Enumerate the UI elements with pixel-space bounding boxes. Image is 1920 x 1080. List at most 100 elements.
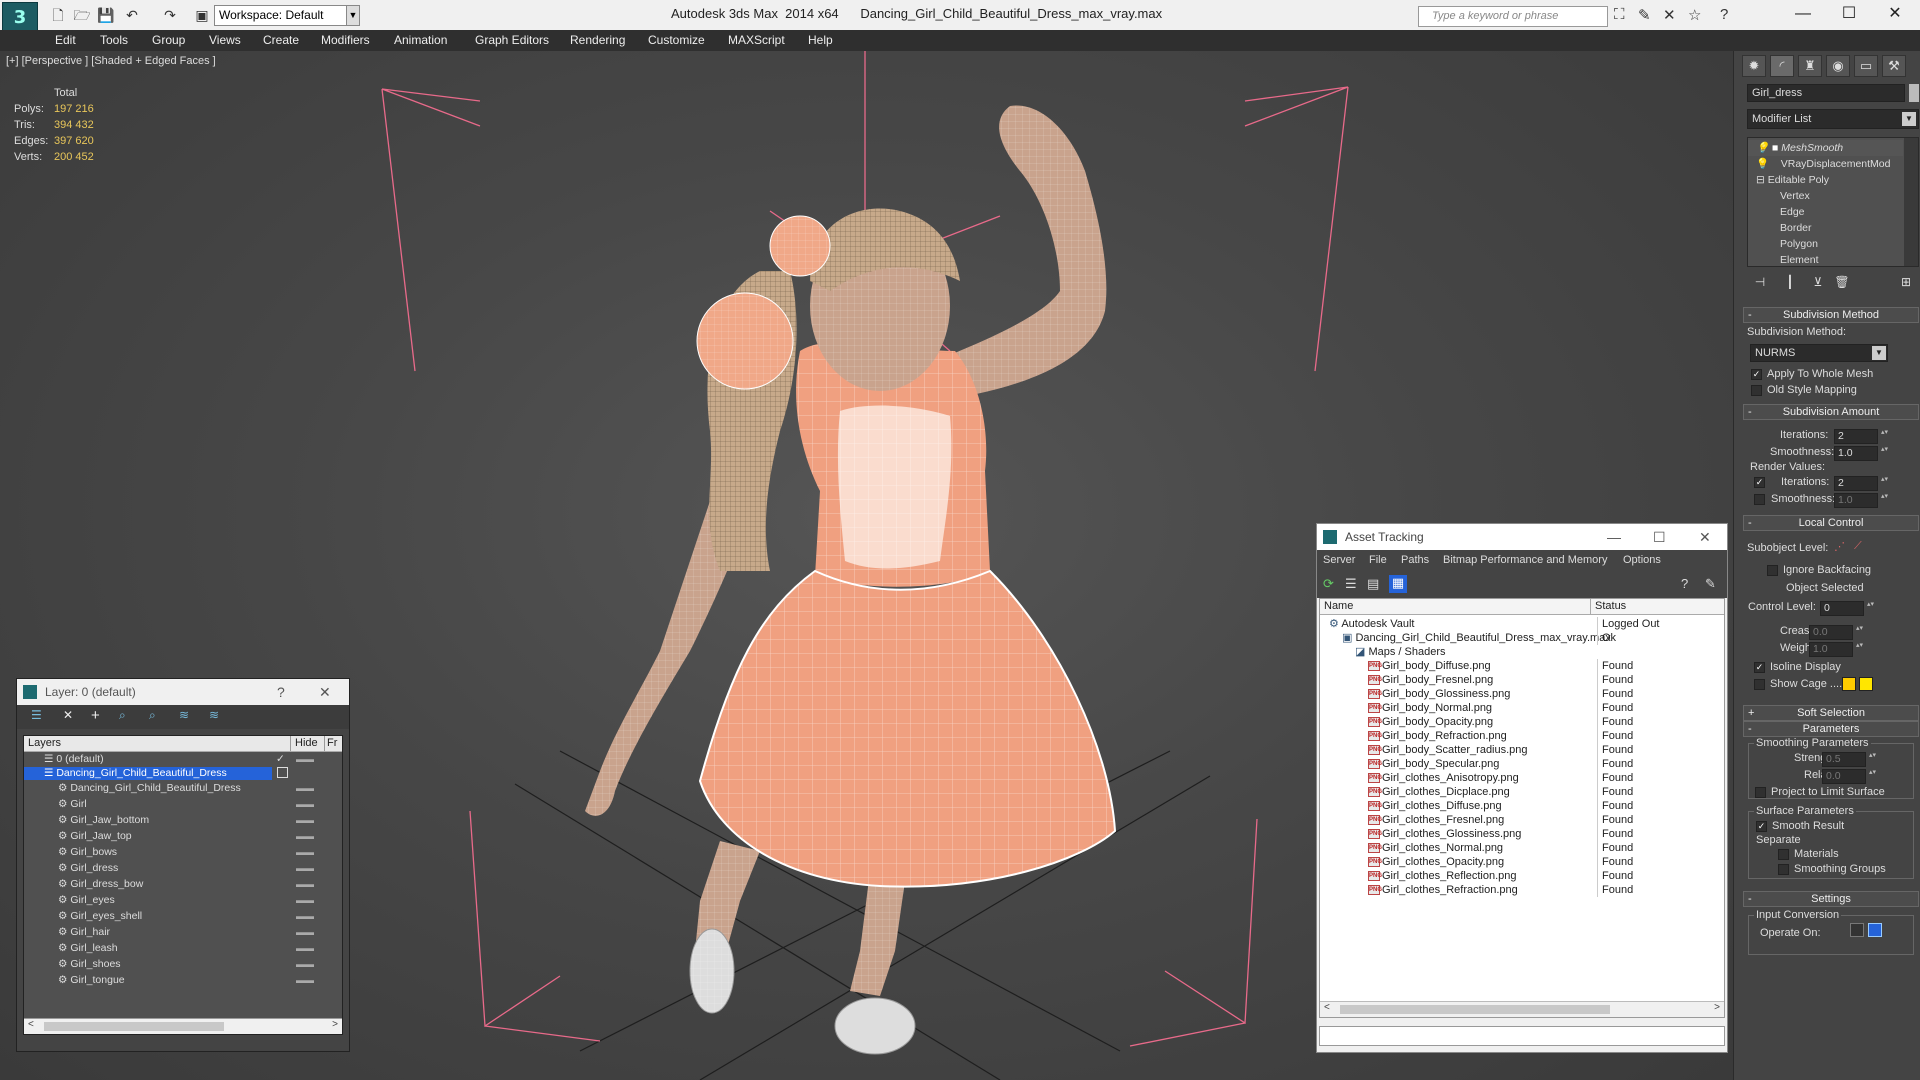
make-unique-icon[interactable]: ⊻ — [1807, 275, 1829, 293]
render-smoothness-spinner[interactable]: 1.0 — [1834, 493, 1889, 508]
highlight-icon[interactable]: ✎ — [1705, 576, 1716, 592]
col-name[interactable]: Name — [1324, 599, 1353, 614]
at-menu-paths[interactable]: Paths — [1401, 554, 1429, 566]
add-to-layer-icon[interactable]: + — [91, 707, 100, 724]
menu-edit[interactable]: Edit — [55, 33, 76, 47]
scrollbar-thumb[interactable] — [44, 1022, 224, 1031]
render-iterations-spinner[interactable]: 2 — [1834, 476, 1889, 491]
layer-object-row[interactable]: ⚙ Girl_eyes ▬▬ — [24, 894, 314, 907]
asset-row[interactable]: PNGGirl_body_Refraction.png Found — [1322, 729, 1727, 743]
freeze-all-icon[interactable]: ≋ — [209, 708, 219, 722]
menu-views[interactable]: Views — [209, 33, 241, 47]
utilities-tab-icon[interactable]: ⚒ — [1882, 55, 1906, 77]
menu-graph-editors[interactable]: Graph Editors — [475, 33, 549, 47]
menu-animation[interactable]: Animation — [394, 33, 447, 47]
rollout-local-control[interactable]: - Local Control — [1743, 515, 1919, 531]
layer-row[interactable]: ☰ 0 (default) ✓ ▬▬ — [24, 753, 314, 766]
layer-object-row[interactable]: ⚙ Girl_eyes_shell ▬▬ — [24, 910, 314, 923]
layer-object-row[interactable]: ⚙ Girl_leash ▬▬ — [24, 942, 314, 955]
asset-row[interactable]: ◪ Maps / Shaders — [1322, 645, 1727, 659]
menu-help[interactable]: Help — [808, 33, 833, 47]
scrollbar-thumb[interactable] — [1340, 1005, 1610, 1014]
workspace-dropdown[interactable]: Workspace: Default ▼ — [214, 5, 360, 26]
table-view-icon[interactable]: ▦ — [1389, 575, 1407, 593]
chevron-down-icon[interactable]: ▼ — [1902, 112, 1916, 126]
menu-maxscript[interactable]: MAXScript — [728, 33, 785, 47]
maximize-button[interactable]: ☐ — [1653, 524, 1666, 550]
rollout-subdivision-amount[interactable]: - Subdivision Amount — [1743, 404, 1919, 420]
col-layers[interactable]: Layers — [28, 736, 61, 751]
asset-row[interactable]: ⚙ Autodesk Vault Logged Out — [1322, 617, 1727, 631]
strength-spinner[interactable]: 0.5 — [1822, 752, 1877, 767]
layer-object-row[interactable]: ⚙ Girl_dress ▬▬ — [24, 862, 314, 875]
modify-tab-icon[interactable]: ◜ — [1770, 55, 1794, 77]
asset-row[interactable]: PNGGirl_body_Fresnel.png Found — [1322, 673, 1727, 687]
show-cage-checkbox[interactable] — [1754, 679, 1765, 690]
asset-row[interactable]: PNGGirl_clothes_Reflection.png Found — [1322, 869, 1727, 883]
crease-spinner[interactable]: 0.0 — [1809, 625, 1864, 640]
stack-item-vertex[interactable]: Vertex — [1748, 188, 1903, 204]
asset-row[interactable]: PNGGirl_clothes_Fresnel.png Found — [1322, 813, 1727, 827]
undo-icon[interactable]: ↶ — [122, 5, 142, 25]
smoothness-spinner[interactable]: 1.0 — [1834, 446, 1889, 461]
smoothing-groups-checkbox[interactable] — [1778, 864, 1789, 875]
menu-modifiers[interactable]: Modifiers — [321, 33, 370, 47]
open-file-icon[interactable]: 🗁 — [72, 5, 92, 25]
layer-object-row[interactable]: ⚙ Girl_Jaw_top ▬▬ — [24, 830, 314, 843]
help-icon[interactable]: ? — [1720, 6, 1728, 23]
col-hide[interactable]: Hide — [290, 736, 318, 751]
save-icon[interactable]: 💾 — [96, 5, 116, 25]
pin-stack-icon[interactable]: ⊣ — [1749, 275, 1771, 293]
remove-modifier-icon[interactable]: 🗑 — [1831, 275, 1853, 293]
at-menu-bitmap-performance[interactable]: Bitmap Performance and Memory — [1443, 554, 1607, 566]
stack-item-element[interactable]: Element — [1748, 252, 1903, 266]
operate-on-polygons-icon[interactable] — [1868, 923, 1882, 937]
operate-on-faces-icon[interactable] — [1850, 923, 1864, 937]
rollout-settings[interactable]: - Settings — [1743, 891, 1919, 907]
list-view-icon[interactable]: ☰ — [1345, 576, 1361, 592]
asset-horizontal-scrollbar[interactable]: < > — [1320, 1001, 1724, 1017]
modifier-list-dropdown[interactable]: Modifier List ▼ — [1747, 109, 1919, 129]
asset-row[interactable]: ▣ Dancing_Girl_Child_Beautiful_Dress_max… — [1322, 631, 1727, 645]
layer-window-titlebar[interactable]: Layer: 0 (default) ? ✕ — [17, 679, 349, 705]
render-smoothness-checkbox[interactable] — [1754, 494, 1765, 505]
scroll-left-icon[interactable]: < — [28, 1019, 34, 1030]
project-limit-surface-checkbox[interactable] — [1755, 787, 1766, 798]
menu-group[interactable]: Group — [152, 33, 185, 47]
chevron-down-icon[interactable]: ▼ — [1872, 346, 1886, 360]
stack-item-polygon[interactable]: Polygon — [1748, 236, 1903, 252]
layer-close-icon[interactable]: ✕ — [319, 679, 331, 705]
asset-tracking-titlebar[interactable]: Asset Tracking — ☐ ✕ — [1317, 524, 1727, 550]
relax-spinner[interactable]: 0.0 — [1822, 769, 1877, 784]
rollout-parameters[interactable]: - Parameters — [1743, 721, 1919, 737]
current-layer-check-icon[interactable]: ✓ — [276, 753, 285, 766]
layer-current-box[interactable] — [277, 767, 288, 778]
menu-create[interactable]: Create — [263, 33, 299, 47]
rollout-soft-selection[interactable]: + Soft Selection — [1743, 705, 1919, 721]
favorites-star-icon[interactable]: ☆ — [1688, 6, 1701, 24]
scroll-left-icon[interactable]: < — [1324, 1002, 1330, 1013]
asset-row[interactable]: PNGGirl_clothes_Refraction.png Found — [1322, 883, 1727, 897]
cage-selected-color-swatch[interactable] — [1859, 677, 1873, 691]
stack-item-editable-poly[interactable]: ⊟ Editable Poly — [1748, 172, 1903, 188]
stack-item-vraydisplacement[interactable]: 💡 VRayDisplacementMod — [1748, 156, 1903, 172]
motion-tab-icon[interactable]: ◉ — [1826, 55, 1850, 77]
configure-sets-icon[interactable]: ⊞ — [1895, 275, 1917, 293]
vertex-subobject-icon[interactable]: ⋰ — [1834, 540, 1845, 553]
old-style-mapping-checkbox[interactable] — [1751, 385, 1762, 396]
object-color-swatch[interactable] — [1909, 84, 1919, 102]
col-status[interactable]: Status — [1590, 599, 1626, 615]
redo-icon[interactable]: ↷ — [160, 5, 180, 25]
binoculars-icon[interactable]: ⛶ — [1614, 6, 1625, 23]
layer-object-row[interactable]: ⚙ Girl_bows ▬▬ — [24, 846, 314, 859]
highlight-layer-icon[interactable]: ⌕ — [149, 708, 156, 723]
layer-object-row[interactable]: ⚙ Girl_hair ▬▬ — [24, 926, 314, 939]
help-icon[interactable]: ? — [1681, 576, 1688, 591]
chevron-down-icon[interactable]: ▼ — [346, 5, 360, 26]
layer-object-row[interactable]: ⚙ Girl_dress_bow ▬▬ — [24, 878, 314, 891]
ignore-backfacing-checkbox[interactable] — [1767, 565, 1778, 576]
asset-row[interactable]: PNGGirl_clothes_Glossiness.png Found — [1322, 827, 1727, 841]
render-iterations-checkbox[interactable]: ✓ — [1754, 477, 1765, 488]
layer-object-row[interactable]: ⚙ Dancing_Girl_Child_Beautiful_Dress ▬▬ — [24, 782, 314, 795]
edge-subobject-icon[interactable]: ⟋ — [1854, 540, 1862, 553]
